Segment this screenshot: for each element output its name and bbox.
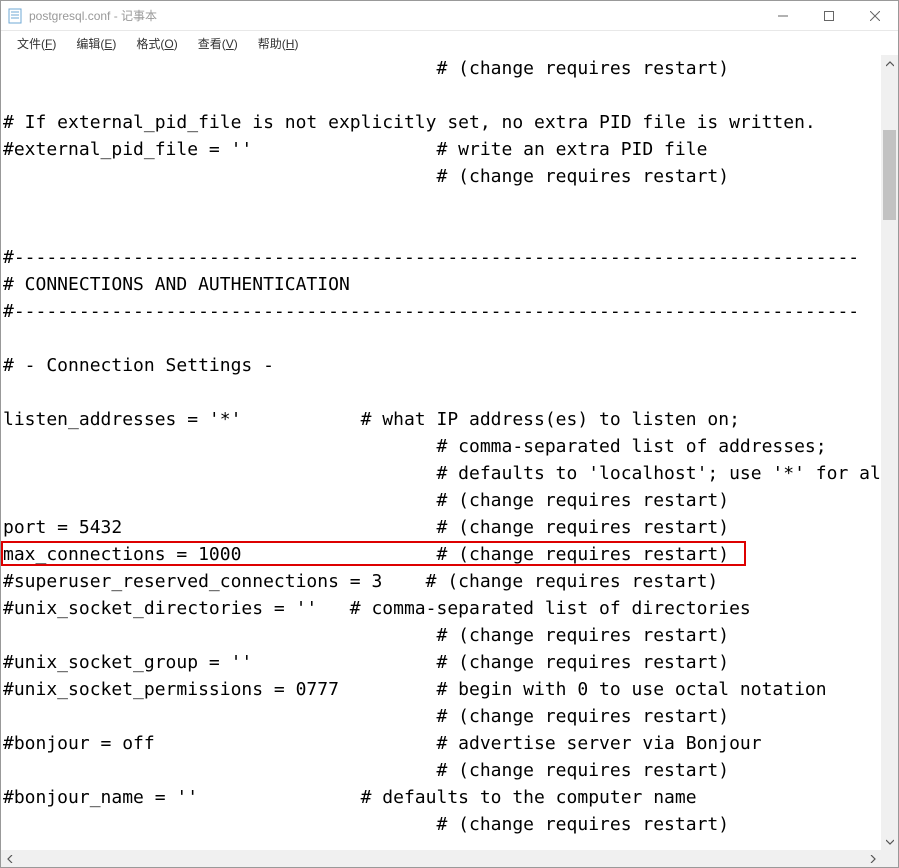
menu-file[interactable]: 文件(F) [7, 33, 66, 54]
window-title: postgresql.conf - 记事本 [29, 7, 157, 24]
maximize-button[interactable] [806, 1, 852, 30]
editor-line[interactable]: # If external_pid_file is not explicitly… [3, 109, 879, 136]
editor-line[interactable]: # - Connection Settings - [3, 352, 879, 379]
scroll-up-button[interactable] [881, 55, 898, 72]
window-controls [760, 1, 898, 30]
vertical-scroll-thumb[interactable] [883, 130, 896, 220]
editor-line[interactable]: # (change requires restart) [3, 622, 879, 649]
editor-line[interactable] [3, 190, 879, 217]
editor-line[interactable]: #unix_socket_directories = '' # comma-se… [3, 595, 879, 622]
horizontal-scrollbar[interactable] [1, 850, 898, 867]
vertical-scrollbar[interactable] [881, 55, 898, 850]
editor-line[interactable] [3, 217, 879, 244]
notepad-window: postgresql.conf - 记事本 文件(F) 编辑(E) 格式(O) … [0, 0, 899, 868]
editor-line[interactable]: #---------------------------------------… [3, 298, 879, 325]
editor-line[interactable]: # (change requires restart) [3, 811, 879, 838]
editor-line[interactable]: # comma-separated list of addresses; [3, 433, 879, 460]
menubar: 文件(F) 编辑(E) 格式(O) 查看(V) 帮助(H) [1, 31, 898, 55]
menu-edit[interactable]: 编辑(E) [66, 33, 126, 54]
client-area: # (change requires restart) # If external… [1, 55, 898, 850]
editor-content[interactable]: # (change requires restart) # If external… [1, 55, 881, 838]
editor-line[interactable]: # (change requires restart) [3, 163, 879, 190]
scroll-down-button[interactable] [881, 833, 898, 850]
scroll-left-button[interactable] [1, 850, 18, 867]
menu-help[interactable]: 帮助(H) [248, 33, 309, 54]
horizontal-scroll-track[interactable] [18, 850, 864, 867]
editor-line[interactable]: #superuser_reserved_connections = 3 # (c… [3, 568, 879, 595]
editor-line[interactable]: max_connections = 1000 # (change require… [3, 541, 879, 568]
editor-line[interactable]: # CONNECTIONS AND AUTHENTICATION [3, 271, 879, 298]
editor-line[interactable]: # defaults to 'localhost'; use '*' for a… [3, 460, 879, 487]
editor-line[interactable] [3, 82, 879, 109]
editor-line[interactable]: # (change requires restart) [3, 487, 879, 514]
scroll-right-button[interactable] [864, 850, 881, 867]
close-button[interactable] [852, 1, 898, 30]
editor-line[interactable]: #external_pid_file = '' # write an extra… [3, 136, 879, 163]
editor-line[interactable]: listen_addresses = '*' # what IP address… [3, 406, 879, 433]
editor-line[interactable]: #bonjour = off # advertise server via Bo… [3, 730, 879, 757]
notepad-app-icon [7, 8, 23, 24]
editor-line[interactable] [3, 325, 879, 352]
editor-line[interactable]: #---------------------------------------… [3, 244, 879, 271]
scrollbar-corner [881, 850, 898, 867]
editor-line[interactable]: # (change requires restart) [3, 55, 879, 82]
titlebar[interactable]: postgresql.conf - 记事本 [1, 1, 898, 31]
menu-view[interactable]: 查看(V) [188, 33, 248, 54]
editor-line[interactable]: #bonjour_name = '' # defaults to the com… [3, 784, 879, 811]
menu-format[interactable]: 格式(O) [126, 33, 187, 54]
text-editor[interactable]: # (change requires restart) # If external… [1, 55, 881, 850]
editor-line[interactable]: #unix_socket_group = '' # (change requir… [3, 649, 879, 676]
editor-line[interactable]: port = 5432 # (change requires restart) [3, 514, 879, 541]
editor-line[interactable]: # (change requires restart) [3, 757, 879, 784]
minimize-button[interactable] [760, 1, 806, 30]
editor-line[interactable]: #unix_socket_permissions = 0777 # begin … [3, 676, 879, 703]
editor-line[interactable]: # (change requires restart) [3, 703, 879, 730]
editor-line[interactable] [3, 379, 879, 406]
